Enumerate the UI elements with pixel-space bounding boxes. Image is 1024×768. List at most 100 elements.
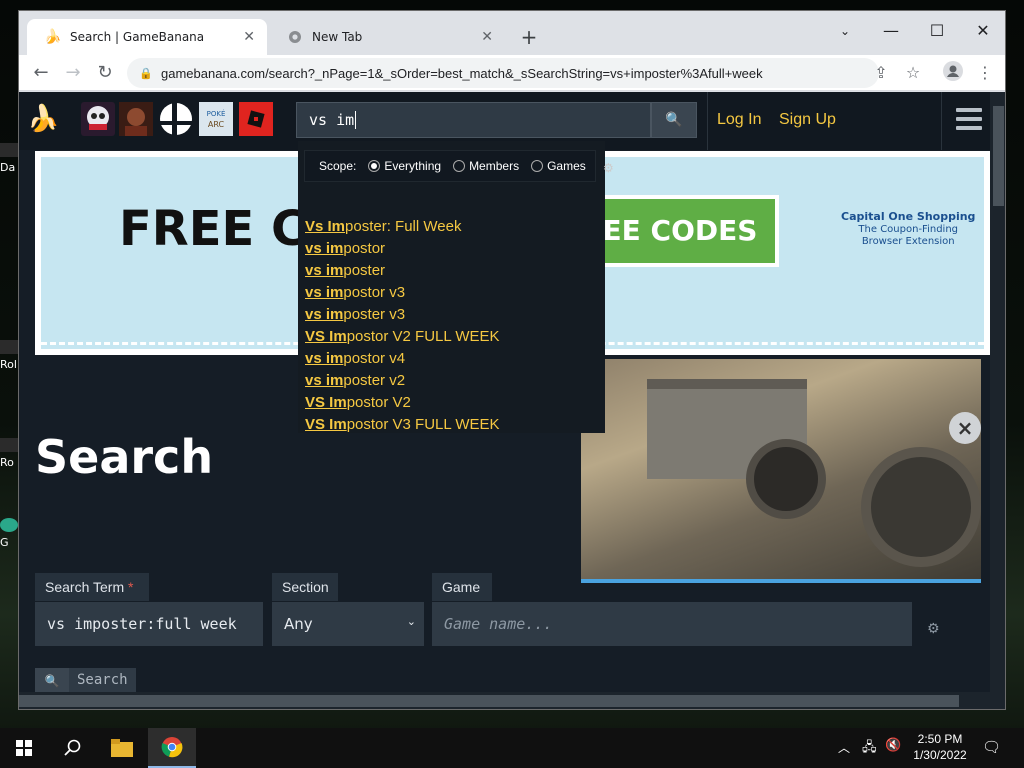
tab-new-tab[interactable]: New Tab ✕	[269, 19, 505, 55]
login-link[interactable]: Log In	[717, 111, 761, 129]
chrome-taskbar-icon[interactable]	[148, 728, 196, 768]
header-search-input[interactable]: vs im​	[296, 102, 651, 138]
close-tab-icon[interactable]: ✕	[243, 29, 255, 45]
desktop-icon-da[interactable]: Da	[0, 143, 18, 174]
desktop-icon-rol[interactable]: Rol	[0, 340, 18, 371]
horizontal-scrollbar[interactable]	[19, 692, 1005, 709]
suggestion-item[interactable]: vs imposter	[305, 260, 500, 282]
suggestion-item[interactable]: VS Impostor V3 FULL WEEK	[305, 414, 500, 436]
suggestion-match: VS Im	[305, 416, 347, 433]
search-term-input[interactable]: vs imposter:full week	[35, 602, 263, 646]
close-tab-icon[interactable]: ✕	[481, 29, 493, 45]
search-term-label: Search Term *	[35, 573, 149, 601]
desktop-icon-label: Rol	[0, 358, 17, 371]
suggestion-item[interactable]: vs impostor v4	[305, 348, 500, 370]
tab-strip: 🍌 Search | GameBanana ✕ New Tab ✕ + ⌄ — …	[19, 11, 1005, 55]
scope-radio-everything[interactable]	[368, 160, 381, 172]
header-search-button[interactable]: 🔍	[651, 102, 697, 138]
close-video-icon[interactable]: ×	[949, 412, 981, 444]
section-select[interactable]: Any ⌄	[272, 602, 424, 646]
menu-kebab-icon[interactable]: ⋮	[973, 61, 997, 85]
browser-window: 🍌 Search | GameBanana ✕ New Tab ✕ + ⌄ — …	[18, 10, 1006, 710]
gamebanana-logo-icon[interactable]: 🍌	[27, 102, 61, 136]
video-ad-player[interactable]	[581, 359, 981, 583]
roblox-icon[interactable]	[239, 102, 273, 136]
gear-icon[interactable]: ⚙	[927, 621, 940, 637]
required-asterisk: *	[128, 579, 134, 595]
signup-link[interactable]: Sign Up	[779, 111, 836, 129]
share-icon[interactable]: ⇪	[869, 61, 893, 85]
suggestion-match: VS Im	[305, 328, 347, 345]
search-suggestions-dropdown: Scope: Everything Members Games Vs Impos…	[298, 141, 605, 433]
bookmark-star-icon[interactable]: ☆	[901, 61, 925, 85]
chevron-down-icon: ⌄	[406, 615, 416, 628]
suggestion-rest: poster	[343, 262, 386, 279]
ad-tagline: Browser Extension	[861, 236, 955, 247]
clock-date: 1/30/2022	[913, 748, 967, 762]
ad-info-icon[interactable]: ⚙	[603, 161, 614, 175]
search-icon[interactable]	[48, 728, 96, 768]
search-term-label-text: Search Term	[45, 579, 125, 595]
scrollbar-thumb[interactable]	[993, 106, 1004, 206]
network-icon[interactable]: 🖧	[862, 738, 877, 760]
suggestion-item[interactable]: vs imposter v2	[305, 370, 500, 392]
tab-search-icon[interactable]: ⌄	[822, 17, 868, 45]
scope-option-label[interactable]: Everything	[384, 159, 441, 173]
section-select-value: Any	[284, 615, 313, 633]
suggestion-item[interactable]: VS Impostor V2 FULL WEEK	[305, 326, 500, 348]
suggestion-list: Vs Imposter: Full Week vs impostor vs im…	[305, 216, 500, 436]
suggestion-rest: postor V2 FULL WEEK	[346, 328, 500, 345]
chevron-up-icon[interactable]: ︿	[838, 739, 850, 756]
scrollbar-thumb[interactable]	[19, 695, 959, 707]
suggestion-rest: poster v2	[343, 372, 406, 389]
tab-gamebanana[interactable]: 🍌 Search | GameBanana ✕	[27, 19, 267, 55]
scope-radio-members[interactable]	[453, 160, 466, 172]
scope-option-label[interactable]: Games	[547, 159, 586, 173]
suggestion-rest: postor V2	[346, 394, 411, 411]
suggestion-item[interactable]: vs impostor v3	[305, 282, 500, 304]
suggestion-item[interactable]: VS Impostor V2	[305, 392, 500, 414]
close-window-button[interactable]: ✕	[960, 17, 1005, 45]
scope-radio-games[interactable]	[531, 160, 544, 172]
vertical-scrollbar[interactable]	[990, 92, 1005, 692]
url-text[interactable]: gamebanana.com/search?_nPage=1&_sOrder=b…	[161, 66, 763, 81]
lock-icon: 🔒	[139, 67, 153, 80]
ad-button[interactable]: EE CODES	[581, 195, 779, 267]
pokemon-arceus-icon[interactable]: POKÉ ARC	[199, 102, 233, 136]
game-name-input[interactable]: Game name...	[432, 602, 912, 646]
game-thumb-icon[interactable]	[119, 102, 153, 136]
ad-brand: Capital One Shopping The Coupon-Finding …	[841, 211, 975, 248]
reload-button[interactable]: ↻	[93, 61, 117, 85]
game-label: Game	[432, 573, 492, 601]
suggestion-item[interactable]: vs imposter v3	[305, 304, 500, 326]
scope-option-label[interactable]: Members	[469, 159, 519, 173]
profile-avatar-icon[interactable]	[941, 61, 965, 85]
smash-bros-icon[interactable]	[159, 102, 193, 136]
volume-muted-icon[interactable]: 🔇	[885, 738, 901, 753]
windows-start-icon[interactable]	[0, 728, 48, 768]
suggestion-rest: postor V3 FULL WEEK	[346, 416, 500, 433]
new-tab-button[interactable]: +	[517, 25, 541, 49]
desktop-icon-glyph	[0, 340, 18, 354]
hamburger-menu-icon[interactable]	[956, 108, 982, 134]
maximize-button[interactable]: ☐	[914, 17, 960, 45]
suggestion-match: vs im	[305, 262, 344, 279]
address-bar[interactable]: 🔒 gamebanana.com/search?_nPage=1&_sOrder…	[127, 58, 879, 88]
search-icon: 🔍	[35, 668, 69, 692]
file-explorer-icon[interactable]	[98, 728, 146, 768]
text-cursor: ​	[355, 111, 357, 129]
desktop-icon-ro[interactable]: Ro	[0, 438, 18, 469]
system-clock[interactable]: 2:50 PM 1/30/2022	[905, 731, 975, 763]
minimize-button[interactable]: —	[868, 17, 914, 45]
search-submit-button[interactable]: 🔍 Search	[35, 668, 136, 692]
back-button[interactable]: ←	[29, 61, 53, 85]
desktop-icon-g[interactable]: G	[0, 518, 18, 549]
suggestion-match: VS Im	[305, 394, 347, 411]
suggestion-item[interactable]: Vs Imposter: Full Week	[305, 216, 500, 238]
suggestion-item[interactable]: vs impostor	[305, 238, 500, 260]
search-term-value: vs imposter:full week	[47, 615, 237, 633]
search-icon: 🔍	[665, 112, 683, 128]
forward-button[interactable]: →	[61, 61, 85, 85]
notification-icon[interactable]: 🗨	[982, 738, 1001, 756]
fnf-game-icon[interactable]	[81, 102, 115, 136]
